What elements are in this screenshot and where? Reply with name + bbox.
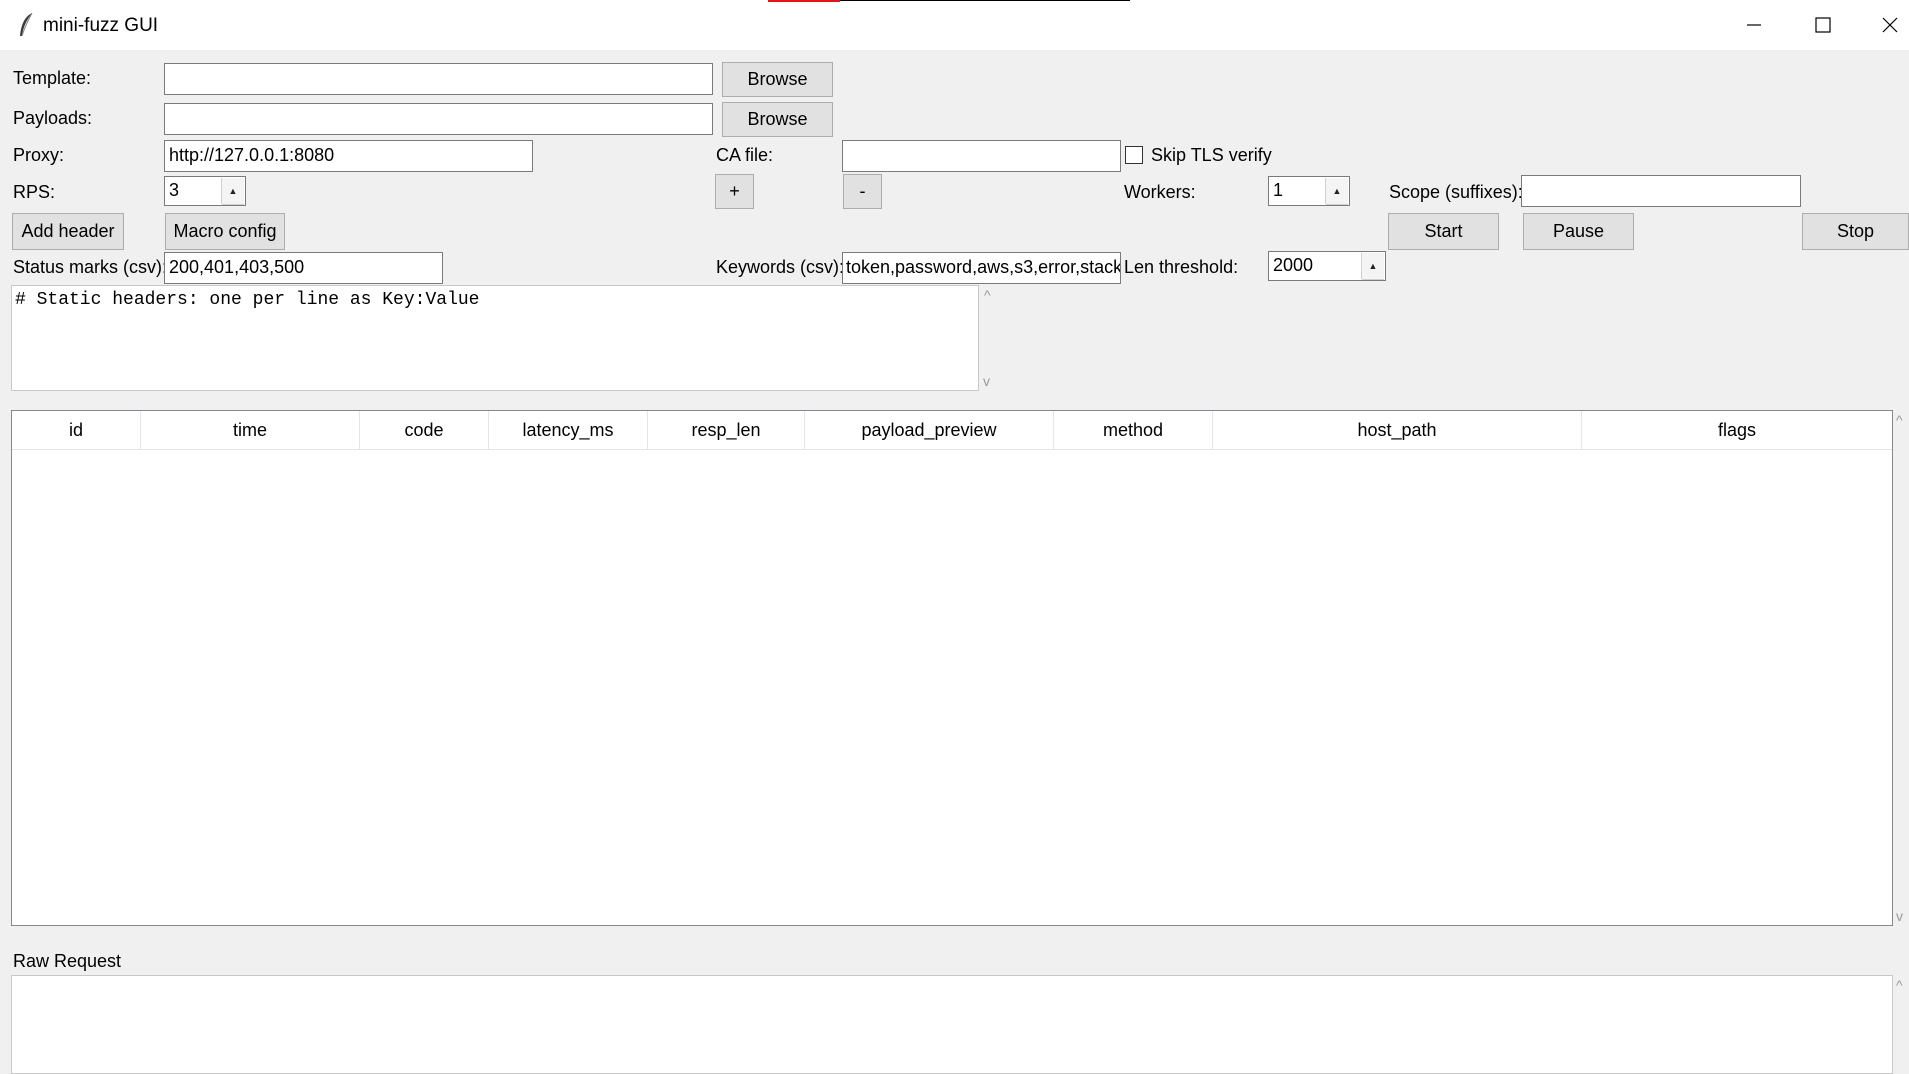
skip-tls-label: Skip TLS verify (1151, 145, 1272, 165)
column-header-code[interactable]: code (360, 411, 489, 449)
scope-label: Scope (suffixes): (1389, 182, 1523, 202)
spin-up-icon[interactable]: ▲ (222, 178, 244, 205)
maximize-icon (1815, 17, 1831, 33)
column-header-resp-len[interactable]: resp_len (648, 411, 805, 449)
template-label: Template: (13, 68, 92, 88)
column-header-latency-ms[interactable]: latency_ms (489, 411, 648, 449)
close-icon (1882, 17, 1898, 33)
window-title: mini-fuzz GUI (43, 15, 159, 36)
spin-down-icon[interactable]: ▼ (222, 205, 244, 206)
column-header-id[interactable]: id (12, 411, 141, 449)
spin-down-icon[interactable]: ▼ (1326, 205, 1348, 206)
workers-value: 1 (1273, 180, 1284, 200)
rps-value: 3 (169, 180, 180, 200)
minimize-icon (1747, 24, 1761, 26)
workers-spinbox[interactable]: 1 ▲▼ (1268, 176, 1350, 206)
proxy-label: Proxy: (13, 145, 65, 165)
raw-request-textarea[interactable] (11, 975, 1893, 1074)
scroll-up-icon[interactable]: ^ (1896, 412, 1903, 428)
stop-button[interactable]: Stop (1802, 213, 1909, 250)
raw-request-scrollbar[interactable]: ^ (1894, 975, 1909, 1074)
template-input[interactable] (164, 63, 713, 95)
payloads-browse-button[interactable]: Browse (722, 102, 833, 137)
keywords-input[interactable]: token,password,aws,s3,error,stackt (842, 252, 1121, 284)
scroll-up-icon[interactable]: ^ (984, 287, 991, 303)
headers-scrollbar[interactable]: ^ v (979, 285, 999, 391)
add-header-button[interactable]: Add header (12, 213, 124, 250)
rps-spinbox[interactable]: 3 ▲▼ (164, 176, 246, 206)
rps-label: RPS: (13, 182, 56, 202)
column-header-host-path[interactable]: host_path (1213, 411, 1582, 449)
spin-up-icon[interactable]: ▲ (1362, 253, 1384, 280)
len-threshold-label: Len threshold: (1124, 257, 1239, 277)
keywords-label: Keywords (csv): (716, 257, 845, 277)
rps-decrease-button[interactable]: - (843, 174, 882, 209)
start-button[interactable]: Start (1388, 213, 1499, 250)
scroll-down-icon[interactable]: v (1896, 908, 1903, 924)
minimize-button[interactable] (1731, 8, 1777, 42)
column-header-payload-preview[interactable]: payload_preview (805, 411, 1054, 449)
ca-file-label: CA file: (716, 145, 774, 165)
spin-down-icon[interactable]: ▼ (1362, 280, 1384, 281)
feather-icon (16, 12, 38, 38)
static-headers-textarea[interactable]: # Static headers: one per line as Key:Va… (11, 285, 979, 391)
ca-file-input[interactable] (842, 140, 1121, 172)
results-table[interactable]: id time code latency_ms resp_len payload… (11, 410, 1893, 926)
status-marks-label: Status marks (csv): (13, 257, 168, 277)
workers-label: Workers: (1124, 182, 1196, 202)
raw-request-label: Raw Request (13, 951, 122, 971)
title-bar (0, 0, 1909, 50)
column-header-flags[interactable]: flags (1582, 411, 1892, 449)
pause-button[interactable]: Pause (1523, 213, 1634, 250)
macro-config-button[interactable]: Macro config (165, 213, 285, 250)
close-button[interactable] (1870, 8, 1909, 42)
len-threshold-spinbox[interactable]: 2000 ▲▼ (1268, 251, 1386, 281)
results-scrollbar[interactable]: ^ v (1894, 410, 1909, 926)
scroll-down-icon[interactable]: v (983, 373, 990, 389)
results-table-header: id time code latency_ms resp_len payload… (12, 411, 1892, 450)
maximize-button[interactable] (1800, 8, 1846, 42)
template-browse-button[interactable]: Browse (722, 62, 833, 97)
proxy-input[interactable]: http://127.0.0.1:8080 (164, 140, 533, 172)
skip-tls-checkbox[interactable] (1125, 146, 1143, 164)
payloads-input[interactable] (164, 103, 713, 135)
column-header-time[interactable]: time (141, 411, 360, 449)
len-threshold-value: 2000 (1273, 255, 1314, 275)
column-header-method[interactable]: method (1054, 411, 1213, 449)
rps-increase-button[interactable]: + (715, 174, 754, 209)
spin-up-icon[interactable]: ▲ (1326, 178, 1348, 205)
scroll-up-icon[interactable]: ^ (1896, 977, 1903, 993)
payloads-label: Payloads: (13, 108, 93, 128)
scope-input[interactable] (1521, 175, 1801, 207)
status-marks-input[interactable]: 200,401,403,500 (164, 252, 443, 284)
